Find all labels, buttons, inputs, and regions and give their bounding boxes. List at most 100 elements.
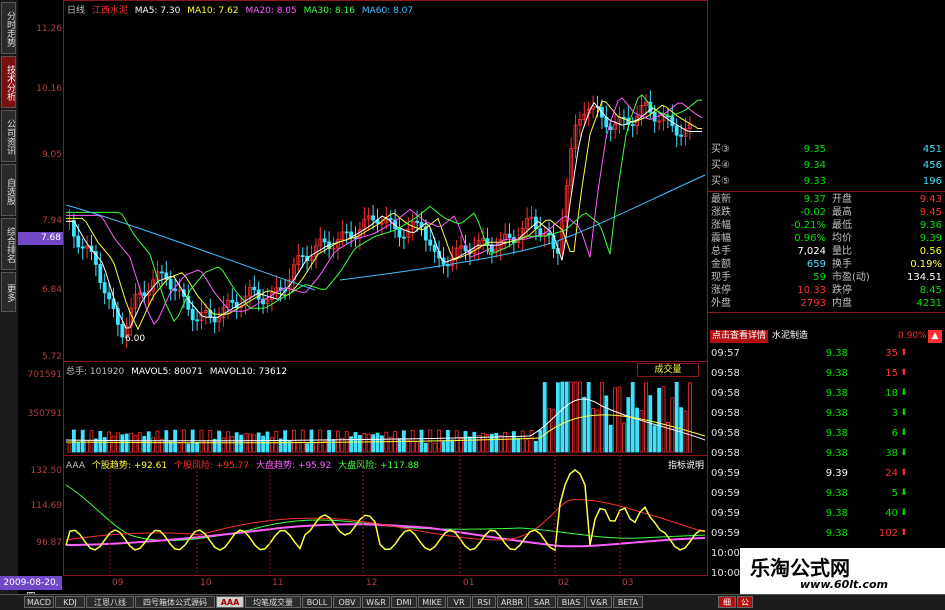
tab-19[interactable]: 公 [737,596,753,608]
volume-bar [661,386,666,453]
candle-body [190,308,195,321]
trade-volume: 18 [885,388,898,399]
volume-bar [512,431,516,453]
trade-row: 09:59 9.38 40 ⬇ [708,506,945,521]
volume-bar [208,430,213,453]
volume-bar [379,435,384,453]
volume-bar [142,436,147,453]
tab-18[interactable]: 细 [718,596,736,608]
trade-time: 09:59 [711,468,740,479]
order-book-row: 买④ 9.34 456 [711,160,942,171]
volume-bar [617,386,622,453]
watermark-logo: 乐淘公式网 www.60lt.com [740,548,945,594]
trade-price: 9.38 [825,388,848,399]
volume-bar [472,431,477,453]
volume-bar [89,430,94,453]
volume-bar [556,382,560,453]
date-tick: 09 [112,578,124,588]
volume-bar [463,431,468,453]
tab-2[interactable]: 江恩八线 [86,596,134,608]
candle-body [371,215,376,221]
volume-bar [357,435,362,453]
trade-time: 09:58 [711,368,740,379]
tab-kdj1[interactable]: KDJ [55,596,85,608]
current-date: 2009-08-20,四 [0,576,62,602]
tab-sar14[interactable]: SAR [528,596,556,608]
volume-bar [415,441,420,453]
volume-bar [503,431,508,453]
tab-5[interactable]: 均笔成交量 [245,596,301,608]
volume-bar [177,442,182,453]
tab-vr11[interactable]: VR [447,596,471,608]
down-arrow-icon: ⬇ [900,508,908,518]
trade-price: 9.38 [825,408,848,419]
volume-bar [432,442,437,453]
tab-dmi9[interactable]: DMI [391,596,417,608]
volume-bar [397,438,402,453]
volume-bar [133,434,138,453]
volume-bar [120,434,125,453]
trade-volume: 38 [885,448,898,459]
volume-bar [265,431,270,453]
tab-macd0[interactable]: MACD [24,596,54,608]
candle-body [98,264,103,283]
stat-row: 现手 59 市盈(动) 134.51 [711,272,942,283]
divider [708,191,945,192]
volume-bar [225,431,230,453]
volume-bar [560,381,565,453]
date-tick: 01 [463,578,475,588]
sector-name[interactable]: 水泥制造 [772,330,808,343]
volume-bar [371,434,376,453]
volume-bar [94,438,98,453]
volume-bar [670,397,675,453]
volume-bar [375,432,380,453]
tab-vr16[interactable]: V&R [586,596,612,608]
trade-volume: 24 [885,468,898,479]
view-details-button[interactable]: 点击查看详情 [710,330,768,343]
trade-price: 9.38 [825,368,848,379]
tab-arbr13[interactable]: ARBR [497,596,527,608]
volume-bar [335,430,340,453]
tab-boll6[interactable]: BOLL [302,596,332,608]
volume-bar [569,381,573,453]
trade-time: 09:58 [711,428,740,439]
tab-beta17[interactable]: BETA [613,596,643,608]
trade-volume: 3 [891,408,898,419]
candle-body [107,292,111,300]
tab-obv7[interactable]: OBV [333,596,361,608]
volume-bar [652,425,657,453]
date-tick: 03 [622,578,634,588]
candle-body [300,255,305,258]
volume-bar [520,430,525,453]
candle-body [195,319,200,322]
order-book-row: 买③ 9.35 451 [711,144,942,155]
tab-aaa4[interactable]: AAA [216,596,244,608]
volume-bar [450,439,455,453]
tab-mike10[interactable]: MIKE [418,596,446,608]
stat-row: 涨幅 -0.21% 最低 9.36 [711,220,942,231]
volume-bar [349,436,354,453]
volume-bar [318,429,323,453]
volume-bar [300,429,305,453]
volume-bar [362,433,367,453]
trade-row: 09:58 9.38 3 ⬇ [708,406,945,421]
date-tick: 11 [272,578,284,588]
candle-body [674,125,679,136]
candle-body [173,288,178,291]
volume-bar [542,382,547,453]
tab-3[interactable]: 四号箱体公式源码 [135,596,215,608]
indicator-tab-bar: MACD KDJ 江恩八线 四号箱体公式源码 AAA 均笔成交量 BOLL OBV W&R DMI… [0,594,945,610]
down-arrow-icon: ⬇ [900,408,908,418]
tab-wr8[interactable]: W&R [362,596,390,608]
candle-body [322,238,327,243]
tab-bias15[interactable]: BIAS [557,596,585,608]
volume-bar [146,431,151,453]
candle-body [679,134,683,137]
down-arrow-icon: ⬇ [900,448,908,458]
volume-bar [679,407,683,453]
volume-bar [564,381,569,453]
tab-rsi12[interactable]: RSI [472,596,496,608]
candle-body [428,239,433,246]
stat-row: 最新 9.37 开盘 9.43 [711,194,942,205]
volume-bar [283,430,288,453]
